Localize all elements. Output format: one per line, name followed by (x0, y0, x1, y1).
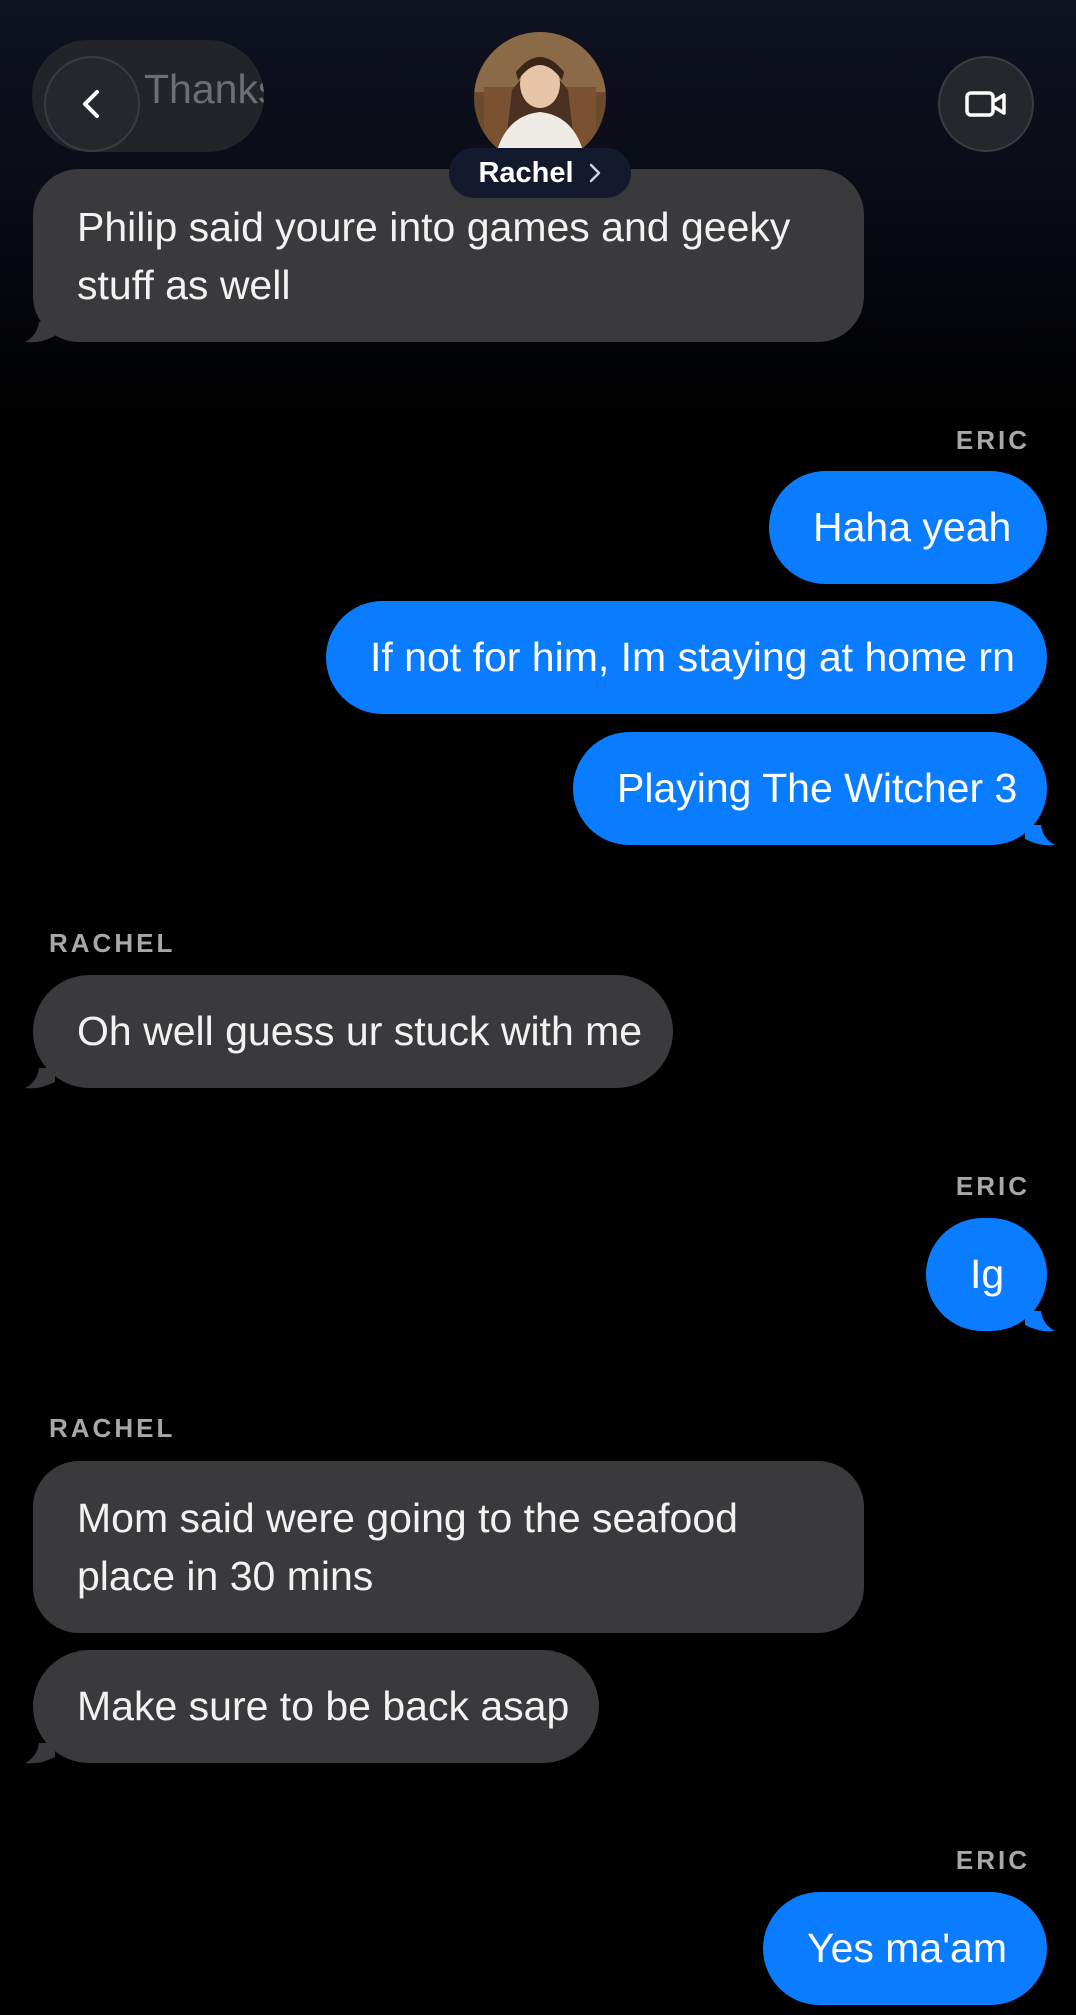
message-text: Oh well guess ur stuck with me (77, 1008, 643, 1054)
sender-label: RACHEL (49, 1413, 176, 1443)
video-call-button[interactable] (938, 56, 1034, 152)
contact-name-button[interactable]: Rachel (449, 148, 631, 198)
sender-label: ERIC (955, 425, 1030, 455)
incoming-message-bubble[interactable]: Mom said were going to the seafood place… (33, 1461, 864, 1633)
outgoing-message-bubble[interactable]: Ig (926, 1218, 1055, 1332)
outgoing-message-bubble[interactable]: Yes ma'am (763, 1892, 1047, 2005)
incoming-message-bubble[interactable]: Make sure to be back asap (25, 1650, 599, 1764)
message-text: If not for him, Im staying at home rn (370, 634, 1015, 680)
video-camera-icon (965, 91, 1006, 117)
message-text: Yes ma'am (807, 1925, 1008, 1971)
sender-label: ERIC (955, 1171, 1030, 1201)
bubble-tail (1025, 1311, 1055, 1332)
outgoing-message-bubble[interactable]: Haha yeah (769, 471, 1047, 584)
contact-name: Rachel (478, 156, 574, 189)
message-text: Make sure to be back asap (77, 1683, 570, 1729)
back-button[interactable] (44, 56, 140, 152)
incoming-message-bubble[interactable]: Philip said youre into games and geeky s… (25, 169, 864, 343)
message-text-line: Philip said youre into games and geeky (77, 204, 791, 250)
bubble-tail (1025, 825, 1055, 846)
message-text: Ig (970, 1251, 1005, 1297)
sender-label: ERIC (955, 1845, 1030, 1875)
outgoing-message-bubble[interactable]: Playing The Witcher 3 (573, 732, 1055, 846)
sender-label: RACHEL (49, 928, 176, 958)
message-text-line: Mom said were going to the seafood (77, 1495, 738, 1541)
outgoing-message-bubble[interactable]: If not for him, Im staying at home rn (326, 601, 1047, 714)
message-text-line: place in 30 mins (77, 1553, 374, 1599)
chevron-right-icon (589, 163, 600, 183)
bubble-tail (25, 322, 55, 343)
contact-avatar[interactable] (474, 32, 606, 164)
bubble-tail (25, 1743, 55, 1764)
message-text: Haha yeah (813, 504, 1012, 550)
message-text-line: stuff as well (77, 262, 291, 308)
bubble-tail (25, 1068, 55, 1089)
previous-message-text: Thanks! (144, 66, 264, 112)
chevron-left-icon (83, 90, 99, 118)
message-text: Playing The Witcher 3 (617, 765, 1018, 811)
incoming-message-bubble[interactable]: Oh well guess ur stuck with me (25, 975, 673, 1089)
avatar-photo (474, 32, 606, 164)
